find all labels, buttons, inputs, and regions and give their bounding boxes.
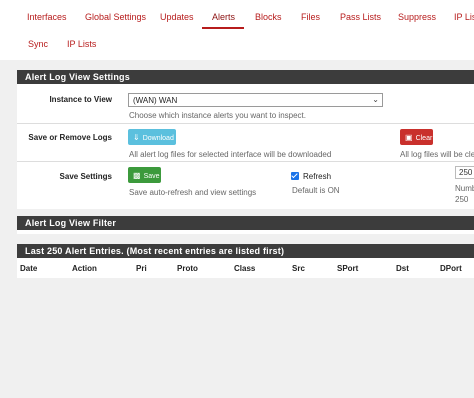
column-header-pri[interactable]: Pri <box>136 264 147 273</box>
tab-files[interactable]: Files <box>301 12 320 22</box>
column-header-dport[interactable]: DPort <box>440 264 462 273</box>
save-icon: ▩ <box>133 171 141 180</box>
download-button[interactable]: ⇓ Download <box>128 129 176 145</box>
logs-label: Save or Remove Logs <box>28 133 112 142</box>
column-header-action[interactable]: Action <box>72 264 97 273</box>
tab-bar: Interfaces Global Settings Updates Alert… <box>0 0 474 60</box>
tab-ip-lists[interactable]: IP Lists <box>67 39 96 49</box>
refresh-checkbox[interactable] <box>291 172 299 180</box>
column-header-sport[interactable]: SPort <box>337 264 358 273</box>
tab-suppress[interactable]: Suppress <box>398 12 436 22</box>
instance-label: Instance to View <box>49 95 112 104</box>
alert-count-help-value: 250 <box>455 195 469 204</box>
clear-help: All log files will be cle <box>400 150 474 159</box>
clear-button[interactable]: ▣ Clear <box>400 129 433 145</box>
tab-blocks[interactable]: Blocks <box>255 12 282 22</box>
refresh-help: Default is ON <box>292 186 340 195</box>
trash-icon: ▣ <box>405 133 413 142</box>
alert-count-help: Numb <box>455 184 474 193</box>
download-button-label: Download <box>142 135 174 142</box>
row-divider <box>17 161 474 162</box>
column-header-class[interactable]: Class <box>234 264 255 273</box>
tab-interfaces[interactable]: Interfaces <box>27 12 67 22</box>
instance-select[interactable]: (WAN) WAN ⌄ <box>128 93 383 107</box>
column-header-dst[interactable]: Dst <box>396 264 409 273</box>
tab-pass-lists[interactable]: Pass Lists <box>340 12 381 22</box>
column-header-proto[interactable]: Proto <box>177 264 198 273</box>
save-button-label: Save <box>143 173 160 180</box>
filter-panel-header[interactable]: Alert Log View Filter <box>17 216 474 230</box>
entries-panel-header: Last 250 Alert Entries. (Most recent ent… <box>17 244 474 258</box>
column-header-date[interactable]: Date <box>20 264 37 273</box>
chevron-down-icon: ⌄ <box>372 95 379 104</box>
save-settings-label: Save Settings <box>59 172 112 181</box>
save-button[interactable]: ▩ Save <box>128 167 161 183</box>
tab-ip-lists-overflow[interactable]: IP Lists <box>454 12 474 22</box>
tab-global-settings[interactable]: Global Settings <box>85 12 146 22</box>
save-help: Save auto-refresh and view settings <box>129 188 257 197</box>
download-help: All alert log files for selected interfa… <box>129 150 332 159</box>
tab-alerts[interactable]: Alerts <box>212 12 235 22</box>
clear-button-label: Clear <box>415 135 433 142</box>
row-divider <box>17 123 474 124</box>
column-header-src[interactable]: Src <box>292 264 305 273</box>
instance-help: Choose which instance alerts you want to… <box>129 111 306 120</box>
download-icon: ⇓ <box>133 133 140 142</box>
active-tab-indicator <box>202 27 244 29</box>
tab-sync[interactable]: Sync <box>28 39 48 49</box>
refresh-label: Refresh <box>303 172 332 181</box>
filter-panel-body <box>17 230 474 234</box>
alert-count-input[interactable]: 250 <box>455 166 474 179</box>
settings-panel-header: Alert Log View Settings <box>17 70 474 84</box>
tab-updates[interactable]: Updates <box>160 12 194 22</box>
instance-select-value: (WAN) WAN <box>133 96 178 105</box>
